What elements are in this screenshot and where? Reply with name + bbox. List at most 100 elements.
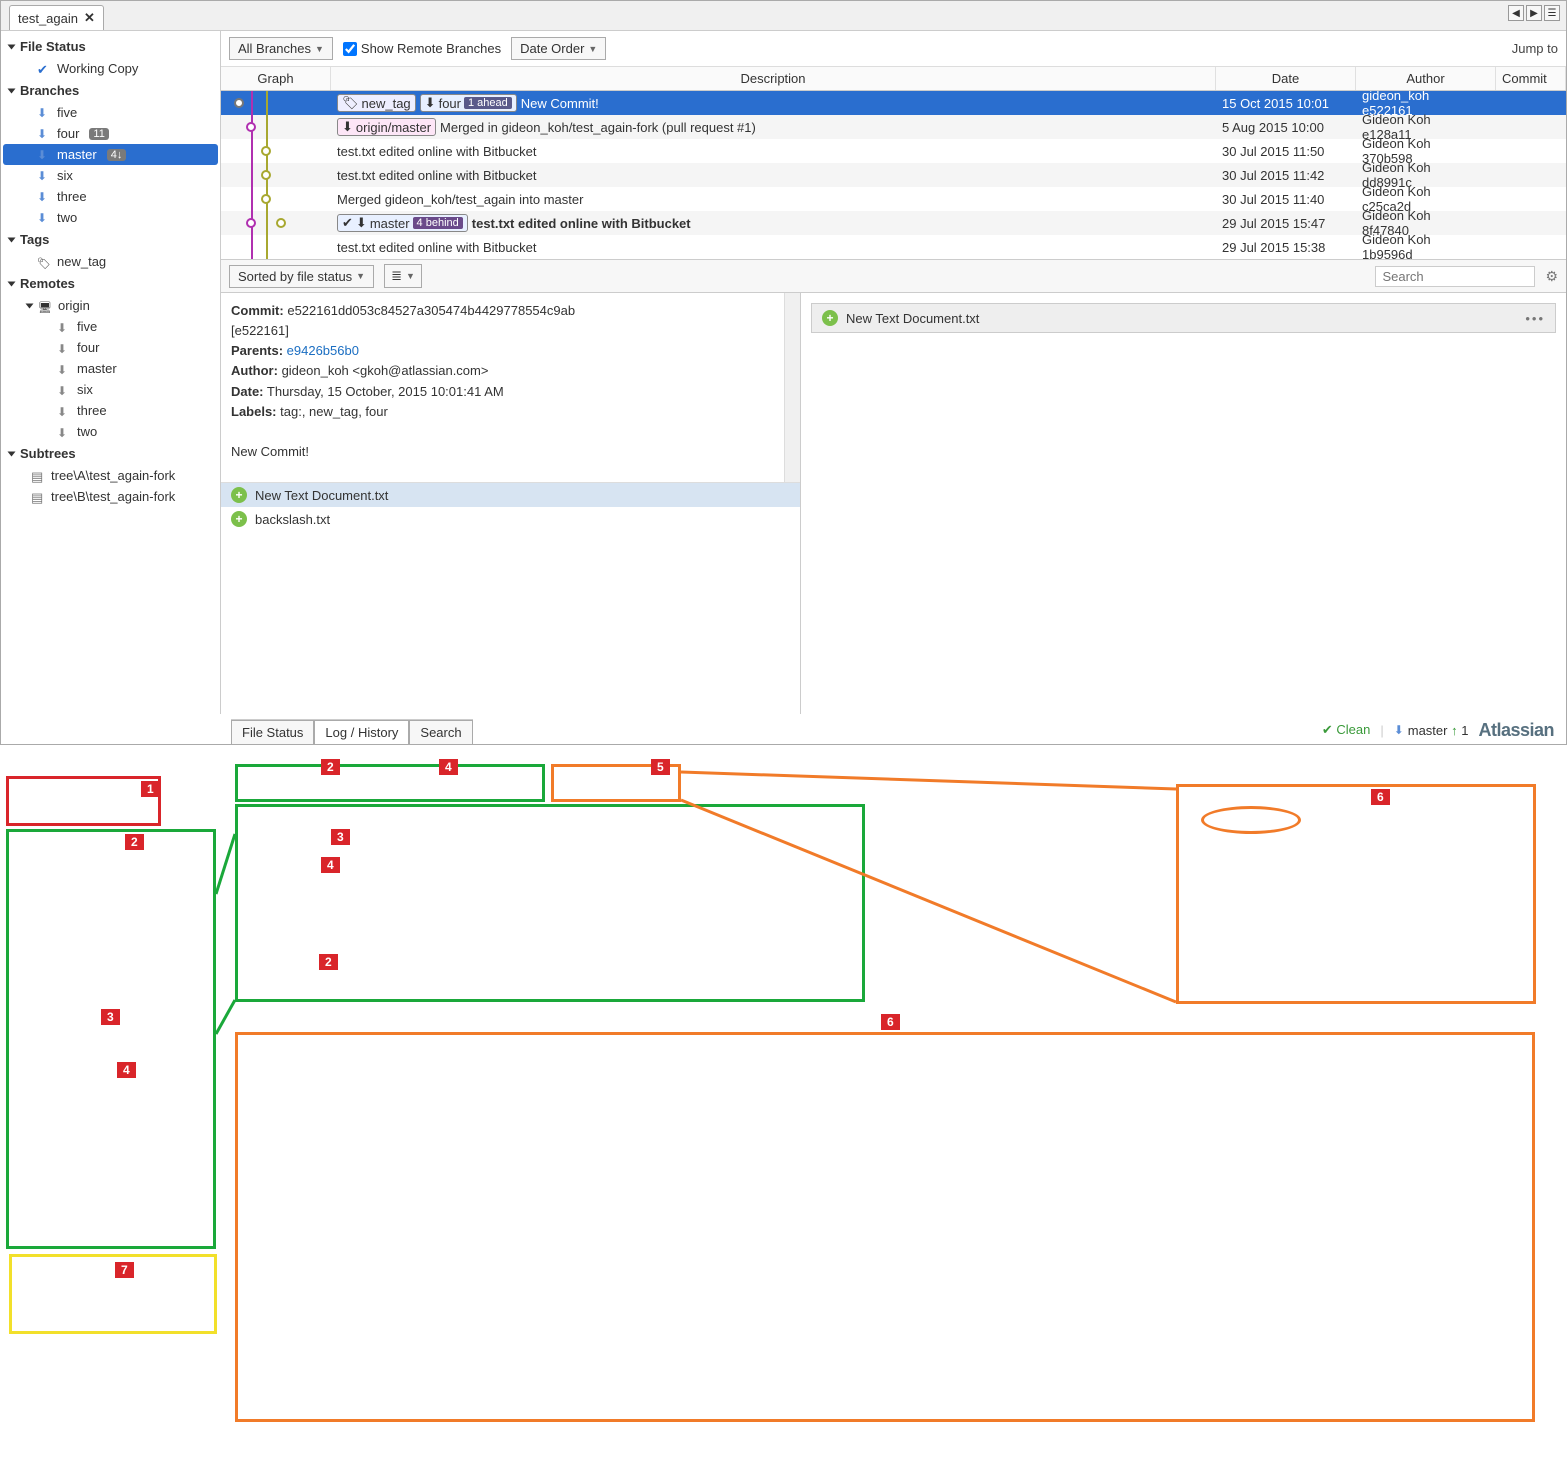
view-options-button[interactable]: ≣▼ <box>384 264 422 288</box>
branch-label: master <box>57 147 97 162</box>
repo-icon <box>31 469 45 483</box>
nav-next-icon[interactable]: ▶ <box>1526 5 1542 21</box>
tag-label: new_tag <box>57 254 106 269</box>
file-status-header[interactable]: File Status <box>3 35 218 58</box>
status-bar: ✔ Clean | master ↑ 1 Atlassian <box>1310 716 1566 744</box>
log-row[interactable]: test.txt edited online with Bitbucket29 … <box>221 235 1566 259</box>
tags-header[interactable]: Tags <box>3 228 218 251</box>
col-graph[interactable]: Graph <box>221 67 331 90</box>
sidebar-item-branch-four[interactable]: four11 <box>3 123 218 144</box>
date-order-label: Date Order <box>520 41 584 56</box>
sidebar-item-working-copy[interactable]: Working Copy <box>3 58 218 79</box>
graph-cell <box>221 187 331 211</box>
subtrees-header[interactable]: Subtrees <box>3 442 218 465</box>
add-icon: + <box>231 487 247 503</box>
commit-date: 5 Aug 2015 10:00 <box>1216 120 1356 135</box>
tag-icon <box>37 255 51 269</box>
sidebar-item-remote-five[interactable]: five <box>3 316 218 337</box>
branch-icon <box>57 404 71 418</box>
nav-menu-icon[interactable]: ☰ <box>1544 5 1560 21</box>
col-author[interactable]: Author <box>1356 67 1496 90</box>
branch-icon <box>57 341 71 355</box>
commit-description: test.txt edited online with Bitbucket <box>472 216 691 231</box>
tag-icon: 🏷 <box>342 95 359 111</box>
ref-pill[interactable]: ⬇four1 ahead <box>420 94 517 112</box>
tab-log-history[interactable]: Log / History <box>314 720 409 744</box>
current-branch-status[interactable]: master ↑ 1 <box>1394 723 1469 738</box>
file-item[interactable]: +New Text Document.txt <box>221 483 800 507</box>
clean-status: ✔ Clean <box>1322 722 1370 738</box>
sidebar-item-origin[interactable]: origin <box>3 295 218 316</box>
jump-to-label[interactable]: Jump to <box>1512 41 1558 56</box>
description-cell: Merged gideon_koh/test_again into master <box>331 192 1216 207</box>
file-status-title: File Status <box>20 39 86 54</box>
branch-icon: ⬇ <box>342 119 353 135</box>
sidebar-item-remote-three[interactable]: three <box>3 400 218 421</box>
branch-icon <box>37 106 51 120</box>
show-remote-checkbox[interactable]: Show Remote Branches <box>343 41 501 56</box>
search-input[interactable] <box>1375 266 1535 287</box>
gear-icon[interactable]: ⚙ <box>1545 268 1558 285</box>
commit-description: New Commit! <box>521 96 599 111</box>
branches-header[interactable]: Branches <box>3 79 218 102</box>
checkout-icon: ✔ <box>342 215 353 231</box>
commit-author: Gideon Koh 1b9596d <box>1356 232 1496 259</box>
remotes-title: Remotes <box>20 276 75 291</box>
col-commit[interactable]: Commit <box>1496 67 1566 90</box>
col-description[interactable]: Description <box>331 67 1216 90</box>
sidebar-item-remote-two[interactable]: two <box>3 421 218 442</box>
chevron-down-icon: ▼ <box>356 271 365 281</box>
close-icon[interactable]: ✕ <box>84 10 95 26</box>
more-icon[interactable]: ••• <box>1525 311 1545 326</box>
all-branches-dropdown[interactable]: All Branches▼ <box>229 37 333 60</box>
branch-icon <box>57 383 71 397</box>
col-date[interactable]: Date <box>1216 67 1356 90</box>
nav-prev-icon[interactable]: ◀ <box>1508 5 1524 21</box>
remote-icon <box>38 299 52 313</box>
show-remote-input[interactable] <box>343 42 357 56</box>
file-item[interactable]: +backslash.txt <box>221 507 800 531</box>
commit-description: Merged in gideon_koh/test_again-fork (pu… <box>440 120 756 135</box>
sidebar-item-tag[interactable]: new_tag <box>3 251 218 272</box>
remotes-header[interactable]: Remotes <box>3 272 218 295</box>
sidebar-item-remote-master[interactable]: master <box>3 358 218 379</box>
chevron-down-icon <box>8 88 16 93</box>
ref-pill[interactable]: 🏷new_tag <box>337 94 416 112</box>
sidebar-item-remote-four[interactable]: four <box>3 337 218 358</box>
graph-cell <box>221 163 331 187</box>
ref-label: four <box>439 96 461 111</box>
labels-value: tag:, new_tag, four <box>280 404 388 419</box>
sidebar-item-branch-six[interactable]: six <box>3 165 218 186</box>
description-cell: ⬇origin/master Merged in gideon_koh/test_… <box>331 118 1216 136</box>
remote-branch-label: four <box>77 340 99 355</box>
sort-dropdown[interactable]: Sorted by file status▼ <box>229 265 374 288</box>
tags-title: Tags <box>20 232 49 247</box>
check-icon <box>37 62 51 76</box>
branch-icon <box>1394 723 1408 737</box>
count-badge: 4↓ <box>107 149 127 161</box>
sidebar-item-remote-six[interactable]: six <box>3 379 218 400</box>
parent-link[interactable]: e9426b56b0 <box>287 343 359 358</box>
ref-pill[interactable]: ⬇origin/master <box>337 118 436 136</box>
diff-file-header[interactable]: + New Text Document.txt ••• <box>811 303 1556 333</box>
tab-file-status[interactable]: File Status <box>231 720 314 744</box>
sidebar-item-branch-master[interactable]: master 4↓ <box>3 144 218 165</box>
branch-icon <box>57 425 71 439</box>
scrollbar[interactable] <box>784 293 800 482</box>
ahead-behind-badge: 1 ahead <box>464 97 512 109</box>
branch-label: four <box>57 126 79 141</box>
tab-search[interactable]: Search <box>409 720 472 744</box>
parents-label: Parents: <box>231 343 283 358</box>
sidebar-item-branch-three[interactable]: three <box>3 186 218 207</box>
sidebar-item-subtree[interactable]: tree\B\test_again-fork <box>3 486 218 507</box>
description-cell: 🏷new_tag⬇four1 ahead New Commit! <box>331 94 1216 112</box>
date-order-dropdown[interactable]: Date Order▼ <box>511 37 606 60</box>
ahead-behind-badge: 4 behind <box>413 217 463 229</box>
subtree-label: tree\B\test_again-fork <box>51 489 175 504</box>
sidebar-item-branch-two[interactable]: two <box>3 207 218 228</box>
repo-tab[interactable]: test_again ✕ <box>9 5 104 30</box>
ref-pill[interactable]: ✔⬇master4 behind <box>337 214 468 232</box>
sidebar-item-subtree[interactable]: tree\A\test_again-fork <box>3 465 218 486</box>
sidebar-item-branch-five[interactable]: five <box>3 102 218 123</box>
chevron-down-icon: ▼ <box>406 271 415 281</box>
